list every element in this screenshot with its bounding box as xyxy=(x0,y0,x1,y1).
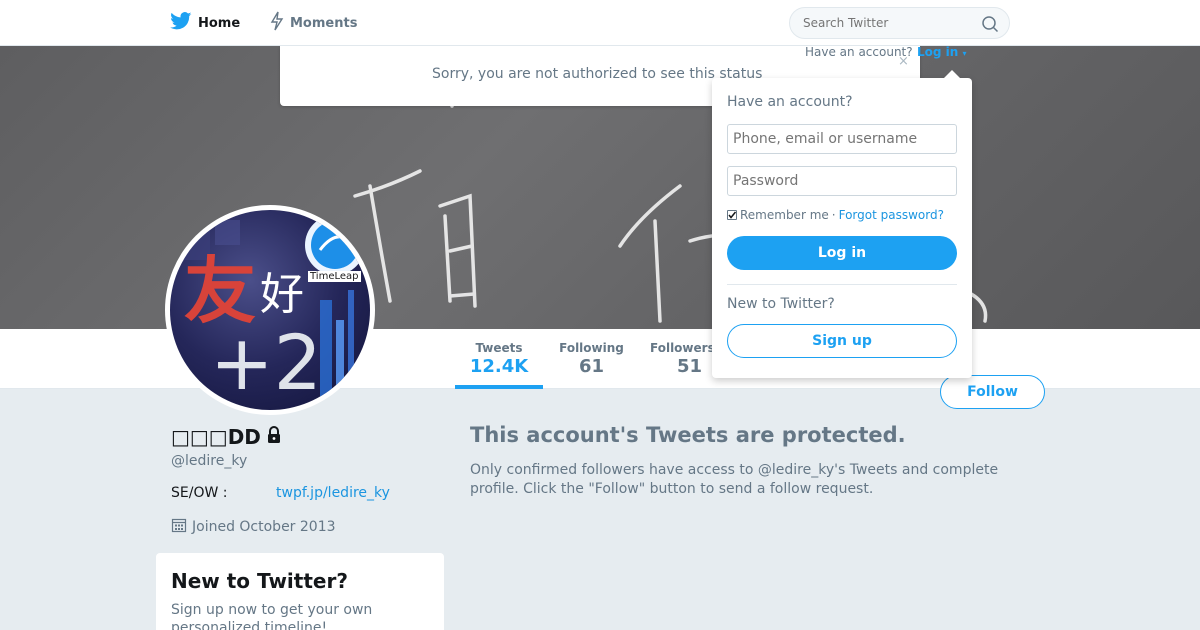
stat-tweets[interactable]: Tweets 12.4K xyxy=(455,341,543,377)
search-box xyxy=(789,7,1010,39)
search-input[interactable] xyxy=(803,16,973,30)
login-button[interactable]: Log in xyxy=(727,236,957,270)
new-to-twitter-card: New to Twitter? Sign up now to get your … xyxy=(156,553,444,630)
bio-link[interactable]: twpf.jp/ledire_ky xyxy=(276,485,390,501)
stat-following-value: 61 xyxy=(578,356,605,377)
remember-me-row: Remember me · Forgot password? xyxy=(727,208,944,222)
caret-down-icon: ▾ xyxy=(962,49,967,58)
profile-name: □□□DD xyxy=(171,425,282,449)
avatar-image: 友 好 +2 TimeLeap xyxy=(170,210,370,410)
divider xyxy=(727,284,957,285)
nav-moments-label: Moments xyxy=(290,15,358,31)
bio-text: SE/OW : xyxy=(171,485,228,501)
stat-tweets-label: Tweets xyxy=(475,341,523,355)
password-input[interactable] xyxy=(727,166,957,196)
follow-button[interactable]: Follow xyxy=(940,375,1045,409)
login-dropdown-title: Have an account? xyxy=(727,94,853,110)
joined-date-text: Joined October 2013 xyxy=(192,519,336,535)
avatar-kanji-2: 好 xyxy=(260,269,304,320)
stat-following[interactable]: Following 61 xyxy=(553,341,630,377)
new-to-twitter-text: New to Twitter? xyxy=(727,296,835,312)
twitter-bird-icon xyxy=(170,12,192,34)
forgot-password-link[interactable]: Forgot password? xyxy=(839,208,944,222)
calendar-icon xyxy=(171,517,187,537)
username-input[interactable] xyxy=(727,124,957,154)
stat-following-label: Following xyxy=(559,341,624,355)
new-to-twitter-body: Sign up now to get your own personalized… xyxy=(171,602,373,630)
stat-tweets-value: 12.4K xyxy=(469,356,529,377)
separator: · xyxy=(831,208,836,222)
avatar[interactable]: 友 好 +2 TimeLeap xyxy=(165,205,375,415)
nav-home[interactable]: Home xyxy=(170,12,240,34)
have-account-text: Have an account? xyxy=(805,45,913,59)
new-to-twitter-title: New to Twitter? xyxy=(171,569,348,593)
login-dropdown: Have an account? Remember me · Forgot pa… xyxy=(712,70,972,378)
nav-moments[interactable]: Moments xyxy=(270,11,358,35)
top-navigation-bar: Home Moments xyxy=(0,0,1200,46)
avatar-badge: TimeLeap xyxy=(308,271,361,282)
search-icon[interactable] xyxy=(981,15,999,37)
lightning-icon xyxy=(270,11,284,35)
lock-icon xyxy=(266,425,282,449)
protected-description: Only confirmed followers have access to … xyxy=(470,462,999,497)
protected-title: This account's Tweets are protected. xyxy=(470,423,906,447)
active-tab-indicator xyxy=(455,385,543,389)
avatar-plus-two: +2 xyxy=(210,318,323,407)
login-dropdown-toggle[interactable]: Log in ▾ xyxy=(917,45,967,59)
login-link-label: Log in xyxy=(917,45,959,59)
profile-name-text: □□□DD xyxy=(171,425,261,449)
remember-me-label[interactable]: Remember me xyxy=(740,208,829,222)
nav-home-label: Home xyxy=(198,15,241,31)
profile-handle[interactable]: @ledire_ky xyxy=(171,453,247,469)
signup-button[interactable]: Sign up xyxy=(727,324,957,358)
joined-date: Joined October 2013 xyxy=(171,517,336,537)
remember-me-checkbox[interactable] xyxy=(727,210,737,220)
